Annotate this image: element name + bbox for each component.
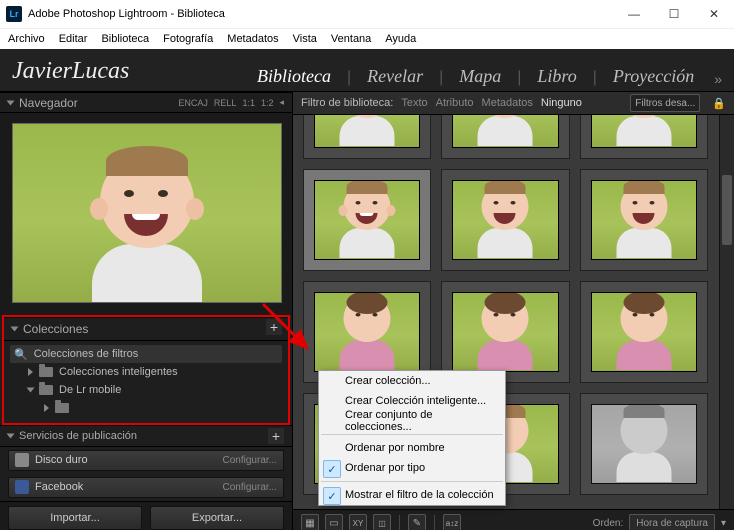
publish-service-label: Facebook — [35, 481, 223, 493]
painter-icon[interactable]: ✎ — [408, 514, 426, 530]
sort-direction-icon[interactable]: a↕z — [443, 514, 461, 530]
close-button[interactable]: ✕ — [694, 0, 734, 28]
library-filter-bar: Filtro de biblioteca: Texto Atributo Met… — [293, 92, 734, 115]
thumbnail-cell[interactable] — [580, 281, 708, 383]
collection-filter-root[interactable]: 🔍 Colecciones de filtros — [10, 345, 282, 363]
menu-item[interactable]: Metadatos — [227, 33, 278, 45]
publish-title: Servicios de publicación — [19, 430, 268, 442]
module-tab-develop[interactable]: Revelar — [361, 66, 429, 87]
publish-panel-header[interactable]: Servicios de publicación + — [0, 425, 292, 446]
facebook-icon — [15, 480, 29, 494]
thumbnail-cell[interactable] — [580, 115, 708, 159]
navigator-panel-header[interactable]: Navegador ENCAJ RELL 1:1 1:2 ◂ — [0, 92, 292, 113]
window-titlebar: Lr Adobe Photoshop Lightroom - Bibliotec… — [0, 0, 734, 29]
folder-icon — [39, 385, 53, 395]
thumbnail-cell[interactable] — [441, 115, 569, 159]
publish-service-facebook[interactable]: Facebook Configurar... — [8, 477, 284, 498]
grid-view-icon[interactable]: ▦ — [301, 514, 319, 530]
check-icon: ✓ — [323, 460, 341, 478]
folder-icon — [39, 367, 53, 377]
main-menubar: Archivo Editar Biblioteca Fotografía Met… — [0, 29, 734, 49]
filter-tab-attribute[interactable]: Atributo — [436, 97, 474, 109]
export-button[interactable]: Exportar... — [150, 506, 284, 530]
nav-zoom-opt[interactable]: ENCAJ — [178, 98, 208, 108]
thumbnail-cell[interactable] — [580, 169, 708, 271]
thumbnail-cell[interactable] — [303, 115, 431, 159]
maximize-button[interactable]: ☐ — [654, 0, 694, 28]
menu-item[interactable]: Biblioteca — [101, 33, 149, 45]
import-button[interactable]: Importar... — [8, 506, 142, 530]
add-collection-button[interactable]: + — [266, 319, 282, 335]
module-overflow-arrow[interactable]: » — [710, 71, 722, 87]
nav-zoom-opt[interactable]: RELL — [214, 98, 237, 108]
menu-item[interactable]: Ayuda — [385, 33, 416, 45]
toolbar-menu-chevron[interactable]: ▾ — [721, 518, 726, 529]
collection-item[interactable] — [10, 399, 282, 417]
collections-title: Colecciones — [23, 322, 280, 336]
module-tab-library[interactable]: Biblioteca — [251, 66, 337, 87]
collections-panel-highlight: Colecciones + 🔍 Colecciones de filtros C… — [2, 315, 290, 425]
sort-combo[interactable]: Hora de captura — [629, 514, 715, 530]
module-tab-map[interactable]: Mapa — [453, 66, 507, 87]
module-tab-slideshow[interactable]: Proyección — [607, 66, 700, 87]
navigator-title: Navegador — [19, 96, 172, 110]
thumbnail-cell[interactable] — [441, 281, 569, 383]
thumbnail-cell[interactable] — [441, 169, 569, 271]
check-icon: ✓ — [323, 487, 341, 505]
filter-icon: 🔍 — [14, 348, 28, 361]
filter-preset-combo[interactable]: Filtros desa... — [630, 94, 700, 112]
collections-panel-header[interactable]: Colecciones + — [4, 317, 288, 341]
compare-view-icon[interactable]: XY — [349, 514, 367, 530]
filter-tab-metadata[interactable]: Metadatos — [482, 97, 533, 109]
menu-create-collection[interactable]: Crear colección... — [319, 371, 505, 391]
collection-item[interactable]: De Lr mobile — [10, 381, 282, 399]
filter-tab-text[interactable]: Texto — [401, 97, 427, 109]
publish-service-harddrive[interactable]: Disco duro Configurar... — [8, 450, 284, 471]
menu-show-collection-filter[interactable]: ✓Mostrar el filtro de la colección — [319, 485, 505, 505]
menu-create-collection-set[interactable]: Crear conjunto de colecciones... — [319, 411, 505, 431]
thumbnail-cell[interactable] — [580, 393, 708, 495]
nav-zoom-opt[interactable]: 1:1 — [242, 98, 255, 108]
collection-filter-label: Colecciones de filtros — [34, 348, 139, 360]
identity-plate: JavierLucas — [12, 58, 241, 87]
thumbnail-cell[interactable] — [303, 281, 431, 383]
navigator-preview[interactable] — [12, 123, 282, 303]
nav-zoom-opt[interactable]: 1:2 — [261, 98, 274, 108]
menu-sort-by-type[interactable]: ✓Ordenar por tipo — [319, 458, 505, 478]
sort-label: Orden: — [593, 518, 624, 529]
filter-label: Filtro de biblioteca: — [301, 97, 393, 109]
grid-toolbar: ▦ ▭ XY ◫ ✎ a↕z Orden: Hora de captura ▾ — [293, 509, 734, 530]
menu-item[interactable]: Ventana — [331, 33, 371, 45]
collection-label: Colecciones inteligentes — [59, 366, 178, 378]
menu-item[interactable]: Fotografía — [163, 33, 213, 45]
loupe-view-icon[interactable]: ▭ — [325, 514, 343, 530]
app-logo: Lr — [6, 6, 22, 22]
survey-view-icon[interactable]: ◫ — [373, 514, 391, 530]
menu-sort-by-name[interactable]: Ordenar por nombre — [319, 438, 505, 458]
publish-configure-link[interactable]: Configurar... — [223, 482, 277, 493]
harddrive-icon — [15, 453, 29, 467]
folder-icon — [55, 403, 69, 413]
thumbnail-cell-selected[interactable] — [303, 169, 431, 271]
scrollbar-handle[interactable] — [722, 175, 732, 245]
add-publish-button[interactable]: + — [268, 428, 284, 444]
collections-context-menu: Crear colección... Crear Colección intel… — [318, 370, 506, 506]
module-header: JavierLucas Biblioteca| Revelar| Mapa| L… — [0, 49, 734, 92]
menu-item[interactable]: Archivo — [8, 33, 45, 45]
nav-zoom-dropdown[interactable]: ◂ — [279, 97, 284, 108]
module-tab-book[interactable]: Libro — [531, 66, 582, 87]
lock-icon[interactable]: 🔒 — [712, 97, 726, 110]
publish-service-label: Disco duro — [35, 454, 223, 466]
menu-create-smart-collection[interactable]: Crear Colección inteligente... — [319, 391, 505, 411]
window-title: Adobe Photoshop Lightroom - Biblioteca — [28, 8, 225, 20]
publish-configure-link[interactable]: Configurar... — [223, 455, 277, 466]
collection-item[interactable]: Colecciones inteligentes — [10, 363, 282, 381]
collection-label: De Lr mobile — [59, 384, 121, 396]
left-panel: Navegador ENCAJ RELL 1:1 1:2 ◂ Coleccion… — [0, 92, 293, 530]
menu-item[interactable]: Editar — [59, 33, 88, 45]
filter-tab-none[interactable]: Ninguno — [541, 97, 582, 109]
grid-scrollbar[interactable] — [719, 115, 734, 509]
menu-item[interactable]: Vista — [293, 33, 317, 45]
minimize-button[interactable]: — — [614, 0, 654, 28]
